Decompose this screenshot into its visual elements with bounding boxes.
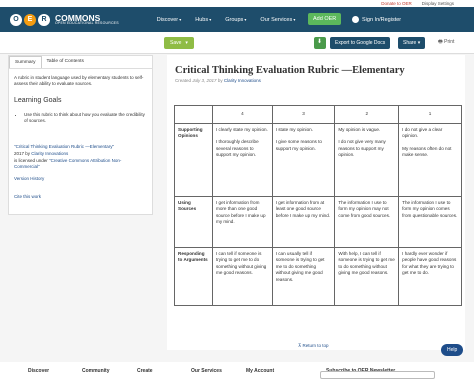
rubric-cell: I clearly state my opinion. I thoroughly … (212, 123, 273, 197)
row-label-using-sources: Using Sources (174, 196, 213, 248)
return-to-top-link[interactable]: ⊼ Return to top (298, 343, 329, 349)
print-button[interactable]: 🖶 Print (438, 39, 454, 47)
tab-summary[interactable]: Summary (9, 56, 42, 68)
citation-author[interactable]: Clarity Innovations (31, 151, 68, 156)
footer-community[interactable]: Community (82, 368, 110, 374)
footer-my-account[interactable]: My Account (246, 368, 274, 374)
learning-goals-heading: Learning Goals (14, 97, 62, 105)
logo-letter-e: E (24, 13, 36, 26)
rubric-header-3: 3 (271, 105, 336, 124)
logo-letter-r: R (38, 13, 50, 26)
created-date: July 3, 2017 (192, 78, 217, 83)
resource-content: Critical Thinking Evaluation Rubric —Ele… (167, 55, 465, 350)
oer-commons-logo[interactable]: O E R COMMONS OPEN EDUCATIONAL RESOURCES (10, 13, 119, 26)
created-by: by (217, 78, 223, 83)
newsletter-email-input[interactable] (320, 371, 435, 379)
row-label-responding-to-arguments: Responding to Arguments (174, 247, 213, 306)
footer-create[interactable]: Create (137, 368, 153, 374)
page-title: Critical Thinking Evaluation Rubric —Ele… (175, 65, 405, 76)
citation-year: 2017 by (14, 150, 31, 156)
signin-link[interactable]: Sign In/Register (352, 16, 401, 23)
download-icon[interactable] (314, 37, 326, 49)
share-label: Share (403, 40, 417, 46)
cite-this-work-link[interactable]: Cite this work (14, 194, 147, 200)
tab-table-of-contents[interactable]: Table of Contents (42, 56, 89, 68)
nav-groups[interactable]: Groups (225, 17, 246, 23)
version-history-link[interactable]: Version History (14, 176, 147, 182)
user-icon (352, 16, 359, 23)
add-oer-button[interactable]: Add OER (308, 13, 342, 25)
logo-letter-o: O (10, 13, 22, 26)
rubric-cell: I hardly ever wonder if people have good… (398, 247, 462, 306)
save-label: Save (170, 40, 182, 46)
chevron-down-icon: ▾ (185, 40, 188, 46)
help-button[interactable]: Help (441, 344, 464, 356)
rubric-cell: I can tell if someone is trying to get m… (212, 247, 273, 306)
rubric-cell: My opinion is vague. I do not give very m… (334, 123, 400, 197)
author-link[interactable]: Clarity Innovations (224, 78, 261, 83)
share-button[interactable]: Share ▾ (398, 37, 426, 49)
rubric-cell: With help, I can tell if someone is tryi… (334, 247, 400, 306)
summary-text: A rubric in student language used by ele… (14, 75, 144, 87)
rubric-cell: The information I use to form my opinion… (398, 196, 462, 248)
learning-goal-item: Use this rubric to think about how you e… (24, 112, 147, 124)
rubric-cell: I get information from at least one good… (271, 196, 336, 248)
rubric-corner (174, 105, 213, 124)
print-label: Print (444, 39, 455, 45)
signin-label: Sign In/Register (362, 16, 402, 23)
display-settings-link[interactable]: Display Settings (422, 1, 454, 6)
rubric-header-2: 2 (334, 105, 400, 124)
citation-license-prefix: is licensed under (14, 157, 48, 163)
rubric-cell: I get information from more than one goo… (212, 196, 273, 248)
created-meta: Created July 3, 2017 by Clarity Innovati… (167, 78, 465, 91)
donate-link[interactable]: Donate to OER (381, 1, 412, 6)
save-button[interactable]: Save ▾ (164, 37, 194, 49)
rubric-header-4: 4 (212, 105, 273, 124)
top-utility-bar: Donate to OER Display Settings (0, 0, 474, 7)
nav-our-services[interactable]: Our Services (260, 17, 295, 23)
nav-discover[interactable]: Discover (157, 17, 182, 23)
sidebar: Summary Table of Contents A rubric in st… (8, 55, 153, 215)
rubric-header-1: 1 (398, 105, 462, 124)
rubric-table: 4 3 2 1 Supporting Opinions I clearly st… (174, 105, 462, 306)
row-label-supporting-opinions: Supporting Opinions (174, 123, 213, 197)
logo-tagline: OPEN EDUCATIONAL RESOURCES (55, 21, 119, 25)
rubric-cell: The information I use to form my opinion… (334, 196, 400, 248)
resource-toolbar: Save ▾ Export to Google Docs Share ▾ 🖶 P… (0, 32, 474, 54)
rubric-cell: I do not give a clear opinion. My reasons… (398, 123, 462, 197)
export-google-docs-button[interactable]: Export to Google Docs (330, 37, 391, 49)
created-prefix: Created (175, 78, 192, 83)
citation-title[interactable]: "Critical Thinking Evaluation Rubric —El… (14, 144, 147, 150)
footer-our-services[interactable]: Our Services (191, 368, 222, 374)
rubric-cell: I can usually tell if someone is trying … (271, 247, 336, 306)
rubric-cell: I state my opinion. I give some reasons t… (271, 123, 336, 197)
main-nav: O E R COMMONS OPEN EDUCATIONAL RESOURCES… (0, 7, 474, 32)
nav-hubs[interactable]: Hubs (195, 17, 211, 23)
footer-discover[interactable]: Discover (28, 368, 49, 374)
